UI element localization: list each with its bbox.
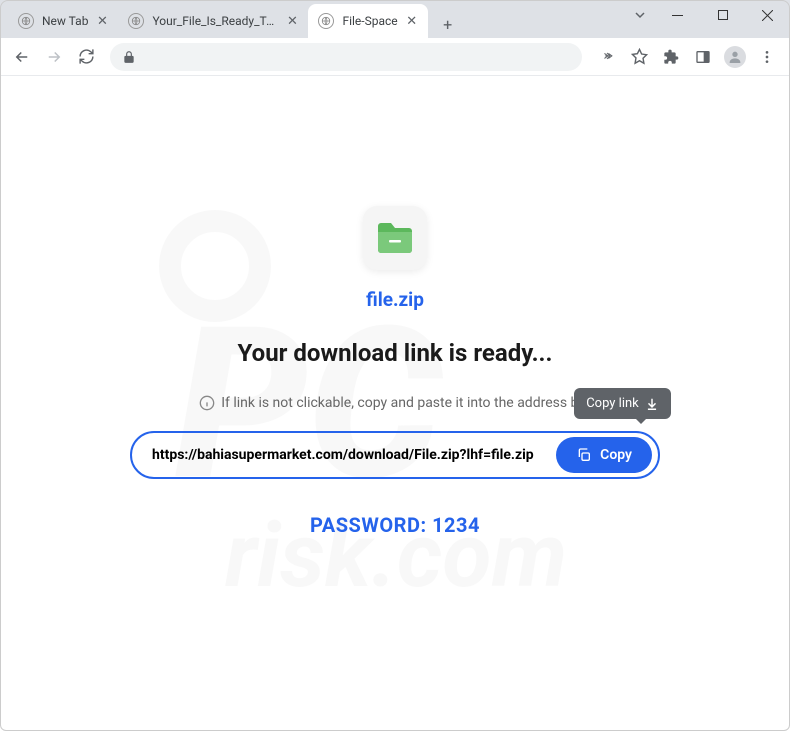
share-icon[interactable] [592,42,622,72]
folder-icon [375,220,415,256]
heading: Your download link is ready... [238,339,553,367]
file-type-icon [363,206,427,270]
close-icon[interactable]: ✕ [284,13,300,29]
browser-tabbar: New Tab ✕ Your_File_Is_Ready_To_Downl ✕ … [0,0,790,38]
browser-tab-2[interactable]: File-Space ✕ [308,4,427,38]
browser-tab-1[interactable]: Your_File_Is_Ready_To_Downl ✕ [118,4,308,38]
tab-title: New Tab [42,14,88,28]
close-window-button[interactable] [745,0,790,30]
globe-icon [318,13,334,29]
reload-button[interactable] [72,43,100,71]
filename-label: file.zip [366,288,424,311]
download-icon [645,397,659,411]
browser-tab-0[interactable]: New Tab ✕ [8,4,118,38]
forward-button[interactable] [40,43,68,71]
back-button[interactable] [8,43,36,71]
chevron-down-icon[interactable] [625,0,655,30]
new-tab-button[interactable]: + [434,10,462,38]
address-bar[interactable] [110,43,582,71]
window-controls [625,0,790,30]
download-link-box: https://bahiasupermarket.com/download/Fi… [130,431,660,479]
tab-title: Your_File_Is_Ready_To_Downl [152,14,278,28]
tooltip-label: Copy link [586,396,639,411]
bookmark-icon[interactable] [624,42,654,72]
close-icon[interactable]: ✕ [94,13,110,29]
maximize-button[interactable] [700,0,745,30]
menu-button[interactable] [752,42,782,72]
copy-button[interactable]: Copy [556,437,652,473]
copy-icon [576,447,592,463]
copy-button-label: Copy [600,447,632,463]
tab-title: File-Space [342,14,397,28]
lock-icon [122,50,136,64]
globe-icon [128,13,144,29]
globe-icon [18,13,34,29]
download-card: file.zip Your download link is ready... … [0,206,790,537]
side-panel-icon[interactable] [688,42,718,72]
avatar-icon [724,46,746,68]
profile-button[interactable] [720,42,750,72]
hint-text: If link is not clickable, copy and paste… [199,395,591,411]
page-content: PC risk.com file.zip Your download link … [0,76,790,731]
hint-label: If link is not clickable, copy and paste… [221,395,591,411]
minimize-button[interactable] [655,0,700,30]
password-label: PASSWORD: 1234 [310,513,480,537]
browser-toolbar [0,38,790,76]
download-url[interactable]: https://bahiasupermarket.com/download/Fi… [152,447,546,463]
extensions-icon[interactable] [656,42,686,72]
close-icon[interactable]: ✕ [404,13,420,29]
copy-tooltip: Copy link [574,388,671,419]
info-icon [199,395,215,411]
